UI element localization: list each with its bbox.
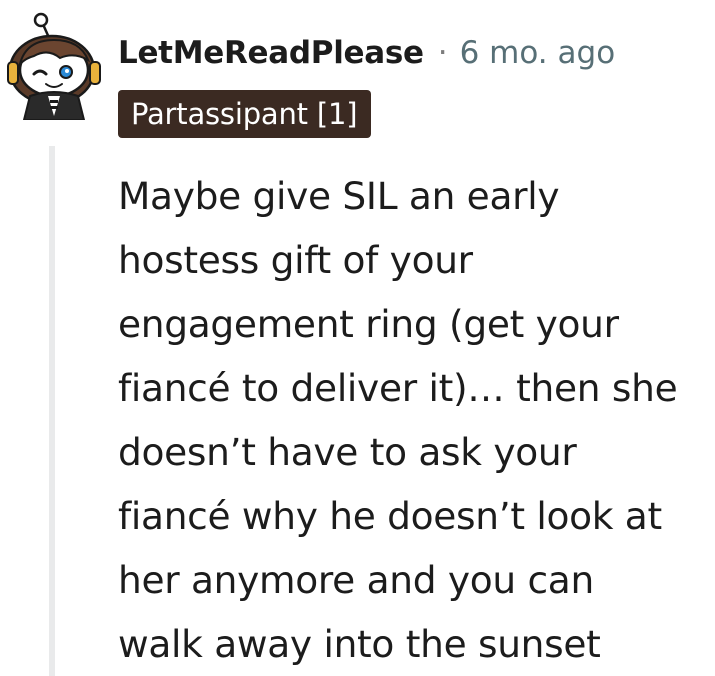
comment-body: Maybe give SIL an early hostess gift of … [118,164,713,676]
thread-collapse-line[interactable] [49,146,55,676]
comment-header: LetMeReadPlease · 6 mo. ago [118,28,615,78]
snoo-avatar-icon[interactable] [4,12,104,121]
comment-body-line: doesn’t have to ask your [118,430,577,474]
comment-body-line: fiancé to deliver it)… then she [118,366,678,410]
timestamp-link[interactable]: 6 mo. ago [460,35,616,71]
meta-separator: · [437,35,448,71]
comment-body-line: hostess gift of your [118,238,473,282]
user-flair-badge: Partassipant [1] [118,90,372,138]
comment-body-line: fiancé why he doesn’t look at [118,494,662,538]
comment-body-line: engagement ring (get your [118,302,619,346]
comment-body-line: Maybe give SIL an early [118,174,560,218]
comment: LetMeReadPlease · 6 mo. ago Partassipant… [0,0,715,676]
username-link[interactable]: LetMeReadPlease [118,35,424,71]
comment-body-line: her anymore and you can [118,558,594,602]
comment-body-line: walk away into the sunset [118,622,601,666]
